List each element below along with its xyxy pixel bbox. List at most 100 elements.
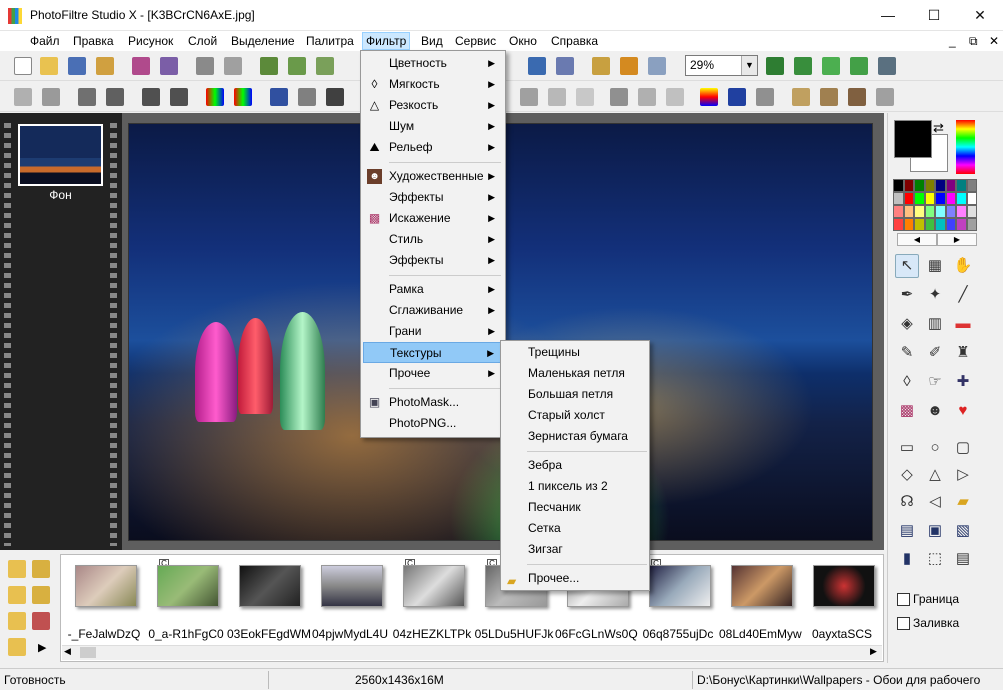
- palette-swatch[interactable]: [956, 218, 967, 231]
- palette-swatch[interactable]: [935, 218, 946, 231]
- palette-swatch[interactable]: [914, 218, 925, 231]
- palette-swatch[interactable]: [956, 192, 967, 205]
- submenu-item-big-loop[interactable]: Большая петля: [503, 384, 647, 405]
- soften-icon[interactable]: [548, 88, 566, 106]
- flip-icon[interactable]: [820, 88, 838, 106]
- menu-item-artistic[interactable]: ☻ Художественные ▶: [363, 166, 503, 187]
- frame-select-icon[interactable]: ⬚: [923, 547, 947, 571]
- menu-item-style[interactable]: Стиль ▶: [363, 229, 503, 250]
- folder-tree-icon[interactable]: [8, 560, 26, 578]
- menu-palette[interactable]: Палитра: [303, 33, 357, 49]
- scroll-right-icon[interactable]: ▶: [870, 646, 877, 657]
- folder-select-icon[interactable]: [8, 612, 26, 630]
- menu-help[interactable]: Справка: [548, 33, 601, 49]
- menu-item-photopng[interactable]: PhotoPNG...: [363, 413, 503, 434]
- magic-wand-icon[interactable]: ✦: [923, 283, 947, 307]
- redo-icon[interactable]: [224, 57, 242, 75]
- palette-swatch[interactable]: [903, 192, 914, 205]
- menu-item-distortion[interactable]: ▩ Искажение ▶: [363, 208, 503, 229]
- fullscreen-icon[interactable]: [878, 57, 896, 75]
- submenu-item-old-canvas[interactable]: Старый холст: [503, 405, 647, 426]
- palette-swatch[interactable]: [945, 218, 956, 231]
- submenu-item-sandstone[interactable]: Песчаник: [503, 497, 647, 518]
- text-tool-icon[interactable]: [528, 57, 546, 75]
- menu-item-textures[interactable]: Текстуры ▶: [363, 342, 503, 363]
- swap-colors-icon[interactable]: ⇄: [933, 120, 944, 136]
- menu-tools[interactable]: Сервис: [452, 33, 499, 49]
- save-as-icon[interactable]: [96, 57, 114, 75]
- undo-icon[interactable]: [196, 57, 214, 75]
- submenu-item-other[interactable]: ▰ Прочее...: [503, 568, 647, 589]
- eraser-icon[interactable]: ▬: [951, 312, 975, 336]
- file-item[interactable]: 08Ld40EmMyw: [719, 555, 802, 645]
- submenu-item-small-loop[interactable]: Маленькая петля: [503, 363, 647, 384]
- rounded-rect-icon[interactable]: ▢: [951, 436, 975, 460]
- polygon-icon[interactable]: ◁: [923, 490, 947, 514]
- hue-bar[interactable]: [956, 120, 975, 174]
- file-item[interactable]: C 04zHEZKLTPk: [391, 555, 473, 645]
- stamp-icon[interactable]: ♜: [951, 341, 975, 365]
- submenu-item-grid[interactable]: Сетка: [503, 518, 647, 539]
- selection-tool-icon[interactable]: ▦: [923, 254, 947, 278]
- strawberry-icon[interactable]: ♥: [951, 399, 975, 423]
- fx-icon[interactable]: [756, 88, 774, 106]
- menu-window[interactable]: Окно: [506, 33, 540, 49]
- submenu-item-pixel[interactable]: 1 пиксель из 2: [503, 476, 647, 497]
- menu-item-frame[interactable]: Рамка ▶: [363, 279, 503, 300]
- saturation-minus-icon[interactable]: [206, 88, 224, 106]
- grayscale-icon[interactable]: [326, 88, 344, 106]
- deform-icon[interactable]: ▩: [895, 399, 919, 423]
- menu-item-relief[interactable]: ⛰ Рельеф ▶: [363, 137, 503, 158]
- blur-icon[interactable]: [520, 88, 538, 106]
- layers-icon[interactable]: [592, 57, 610, 75]
- color-palette[interactable]: [893, 179, 977, 231]
- triangle-right-icon[interactable]: ▷: [951, 463, 975, 487]
- menu-item-sharpen[interactable]: △ Резкость ▶: [363, 95, 503, 116]
- settings-gear-icon[interactable]: [620, 57, 638, 75]
- sharpen-icon[interactable]: [576, 88, 594, 106]
- triangle-icon[interactable]: △: [923, 463, 947, 487]
- select-arrow-icon[interactable]: ↖: [895, 254, 919, 278]
- scan-icon[interactable]: [160, 57, 178, 75]
- foreground-color-swatch[interactable]: [894, 120, 932, 158]
- smudge-icon[interactable]: ☞: [923, 370, 947, 394]
- levels-icon[interactable]: [270, 88, 288, 106]
- menu-image[interactable]: Рисунок: [125, 33, 176, 49]
- menu-view[interactable]: Вид: [418, 33, 446, 49]
- gamma-minus-icon[interactable]: [142, 88, 160, 106]
- palette-swatch[interactable]: [903, 218, 914, 231]
- menu-item-color[interactable]: Цветность ▶: [363, 53, 503, 74]
- palette-swatch[interactable]: [945, 205, 956, 218]
- folder-refresh-icon[interactable]: [32, 586, 50, 604]
- mdi-restore-button[interactable]: ⧉: [966, 33, 981, 49]
- close-button[interactable]: ✕: [957, 0, 1003, 31]
- drop-outline-icon[interactable]: [666, 88, 684, 106]
- lasso-icon[interactable]: ☊: [895, 490, 919, 514]
- palette-swatch[interactable]: [966, 192, 977, 205]
- rectangle-icon[interactable]: ▭: [895, 436, 919, 460]
- new-file-icon[interactable]: [14, 57, 32, 75]
- palette-swatch[interactable]: [924, 205, 935, 218]
- palette-swatch[interactable]: [956, 205, 967, 218]
- menu-layer[interactable]: Слой: [185, 33, 220, 49]
- palette-swatch[interactable]: [935, 179, 946, 192]
- palette-swatch[interactable]: [893, 179, 904, 192]
- menu-item-smoothing[interactable]: Сглаживание ▶: [363, 300, 503, 321]
- file-item[interactable]: 04pjwMydL4U: [309, 555, 391, 645]
- palette-swatch[interactable]: [924, 218, 935, 231]
- palette-swatch[interactable]: [935, 205, 946, 218]
- menu-item-noise[interactable]: Шум ▶: [363, 116, 503, 137]
- palette-swatch[interactable]: [924, 179, 935, 192]
- palette-swatch[interactable]: [924, 192, 935, 205]
- fill-bucket-icon[interactable]: ◈: [895, 312, 919, 336]
- balance-icon[interactable]: [298, 88, 316, 106]
- palette-swatch[interactable]: [945, 192, 956, 205]
- border-checkbox[interactable]: [897, 593, 910, 606]
- palette-swatch[interactable]: [914, 179, 925, 192]
- gamma-plus-icon[interactable]: [170, 88, 188, 106]
- align-icon[interactable]: ▤: [895, 519, 919, 543]
- file-item[interactable]: 03EokFEgdWM: [227, 555, 311, 645]
- crop-select-icon[interactable]: ▮: [895, 547, 919, 571]
- fill-checkbox[interactable]: [897, 617, 910, 630]
- menu-filter[interactable]: Фильтр: [362, 32, 411, 50]
